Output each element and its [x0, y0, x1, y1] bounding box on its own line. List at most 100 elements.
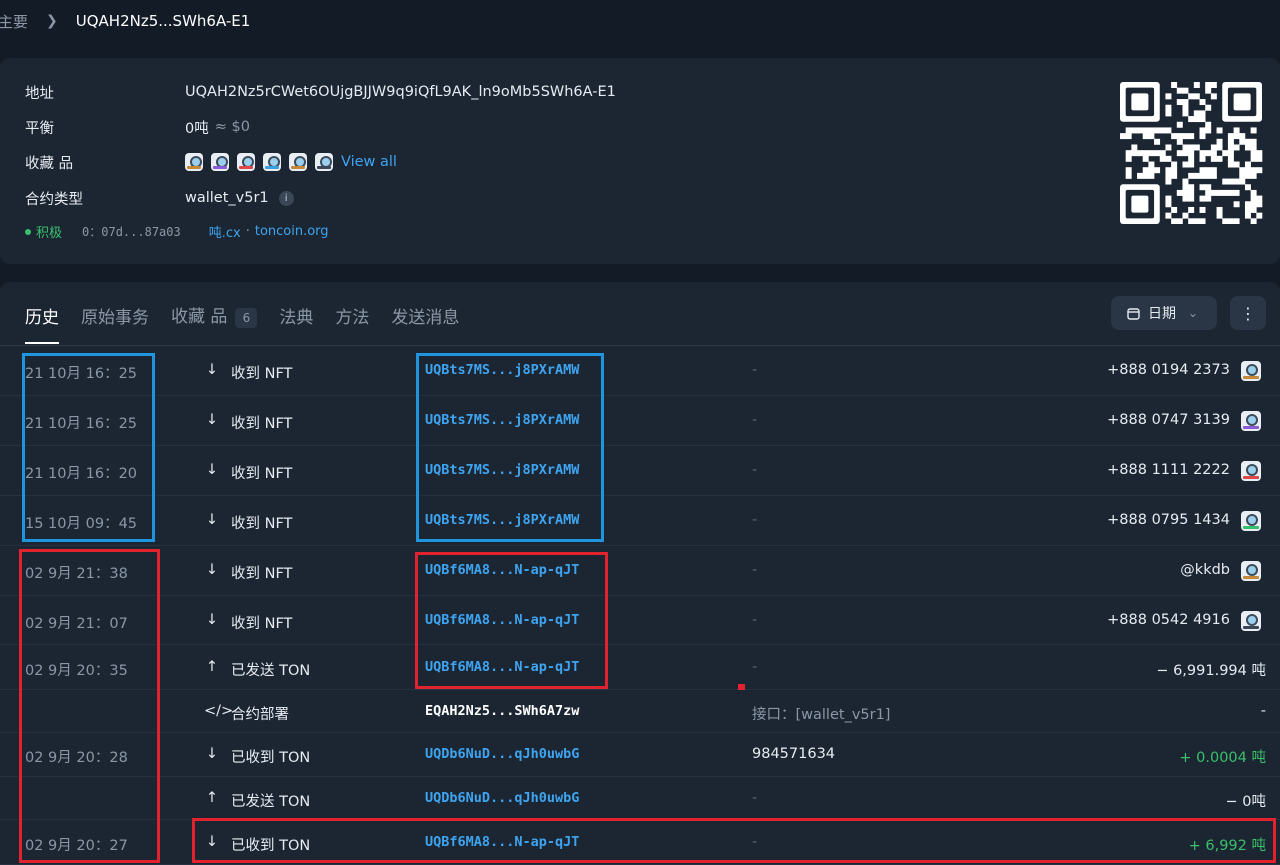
tx-amount: +888 0194 2373 — [1107, 362, 1230, 378]
arrow-up-icon: ↑ — [205, 790, 219, 806]
nft-thumbnail[interactable] — [1241, 461, 1261, 481]
balance-value: 0吨 — [185, 120, 209, 137]
status-row: 积极 0：07d...87a03 吨.cx · toncoin.org — [25, 222, 329, 241]
address-info-card: 地址 UQAH2Nz5rCWet6OUjgBJJW9q9iQfL9AK_ln9o… — [0, 58, 1280, 264]
highlight-box-red-row — [192, 818, 1276, 863]
tx-comment: - — [752, 512, 758, 528]
highlight-box-blue-dates — [22, 353, 155, 542]
calendar-icon — [1127, 307, 1140, 320]
view-all-link[interactable]: View all — [341, 154, 397, 170]
arrow-down-icon: ↓ — [205, 612, 219, 628]
tab-raw-transactions[interactable]: 原始事务 — [81, 303, 149, 328]
nft-thumbnail[interactable] — [211, 153, 229, 171]
tab-history[interactable]: 历史 — [25, 303, 59, 344]
tx-amount: +888 0747 3139 — [1107, 412, 1230, 428]
nft-thumbnails — [185, 153, 341, 171]
contract-type-row: 合约类型 wallet_v5r1 i — [25, 186, 294, 210]
date-filter-button[interactable]: 日期 ⌄ — [1111, 296, 1217, 330]
info-icon[interactable]: i — [278, 190, 294, 206]
arrow-down-icon: ↓ — [205, 746, 219, 762]
breadcrumb: 主要 ❯ UQAH2Nz5...SWh6A-E1 — [0, 0, 1280, 42]
more-vertical-icon: ⋮ — [1240, 303, 1256, 323]
nft-thumbnail[interactable] — [185, 153, 203, 171]
status-dot-icon — [25, 228, 31, 235]
arrow-down-icon: ↓ — [205, 512, 219, 528]
code-hash[interactable]: 0：07d...87a03 — [82, 223, 181, 240]
tx-type: 合约部署 — [231, 707, 289, 723]
chevron-right-icon: ❯ — [46, 13, 58, 29]
tx-amount: − 6,991.994 吨 — [1156, 663, 1266, 679]
arrow-down-icon: ↓ — [205, 462, 219, 478]
tx-comment: 接口：[wallet_v5r1] — [752, 707, 891, 723]
transaction-row[interactable]: 21 10月 16：20 ↓ 收到 NFT UQBts7MS...j8PXrAMW - +… — [0, 446, 1280, 496]
tx-type: 收到 NFT — [231, 566, 293, 582]
balance-label: 平衡 — [25, 120, 54, 137]
tab-send-message[interactable]: 发送消息 — [391, 303, 459, 328]
tx-comment: - — [752, 412, 758, 428]
collectibles-row: 收藏 品 View all — [25, 150, 397, 174]
transaction-row[interactable]: 15 10月 09：45 ↓ 收到 NFT UQBts7MS...j8PXrAMW - +… — [0, 496, 1280, 546]
nft-thumbnail[interactable] — [289, 153, 307, 171]
transaction-row[interactable]: 02 9月 20：28 ↓ 已收到 TON UQDb6NuD...qJh0uwbG 98… — [0, 733, 1280, 777]
address-label: 地址 — [25, 85, 54, 102]
transaction-row[interactable]: 02 9月 20：35 ↑ 已发送 TON UQBf6MA8...N-ap-qJT - −… — [0, 645, 1280, 690]
transaction-row[interactable]: </> 合约部署 EQAH2Nz5...SWh6A7zw 接口：[wallet_v5r… — [0, 690, 1280, 733]
arrow-down-icon: ↓ — [205, 562, 219, 578]
tx-comment: - — [752, 612, 758, 628]
tx-comment: - — [752, 659, 758, 675]
transaction-row[interactable]: 21 10月 16：25 ↓ 收到 NFT UQBts7MS...j8PXrAMW - +… — [0, 396, 1280, 446]
nft-thumbnail[interactable] — [1241, 611, 1261, 631]
status-active: 积极 — [36, 226, 63, 241]
nft-thumbnail[interactable] — [1241, 561, 1261, 581]
tx-address-link[interactable]: UQDb6NuD...qJh0uwbG — [425, 790, 579, 806]
tx-comment: - — [752, 462, 758, 478]
highlight-box-red-addresses — [415, 552, 608, 689]
qr-code[interactable] — [1120, 82, 1264, 225]
highlight-box-red-dates — [19, 549, 160, 863]
nft-thumbnail[interactable] — [315, 153, 333, 171]
date-filter-label: 日期 — [1148, 306, 1176, 322]
balance-row: 平衡 0吨 ≈ $0 — [25, 115, 250, 139]
tab-collectibles[interactable]: 收藏 品 6 — [171, 302, 258, 328]
tonscan-link[interactable]: 吨.cx — [209, 222, 241, 241]
transaction-row[interactable]: 02 9月 21：07 ↓ 收到 NFT UQBf6MA8...N-ap-qJT - +8… — [0, 596, 1280, 645]
tx-amount: +888 1111 2222 — [1107, 462, 1230, 478]
more-options-button[interactable]: ⋮ — [1230, 296, 1266, 330]
tx-amount: +888 0795 1434 — [1107, 512, 1230, 528]
tx-type: 收到 NFT — [231, 466, 293, 482]
tx-type: 收到 NFT — [231, 366, 293, 382]
nft-thumbnail[interactable] — [237, 153, 255, 171]
tx-address-link[interactable]: UQDb6NuD...qJh0uwbG — [425, 746, 579, 762]
tx-type: 收到 NFT — [231, 416, 293, 432]
arrow-up-icon: ↑ — [205, 659, 219, 675]
tx-type: 收到 NFT — [231, 616, 293, 632]
breadcrumb-home[interactable]: 主要 — [0, 11, 28, 32]
transaction-row[interactable]: ↑ 已发送 TON UQDb6NuD...qJh0uwbG - − 0吨 — [0, 777, 1280, 820]
nft-thumbnail[interactable] — [263, 153, 281, 171]
tx-comment: - — [752, 362, 758, 378]
nft-thumbnail[interactable] — [1241, 361, 1261, 381]
nft-thumbnail[interactable] — [1241, 411, 1261, 431]
tx-type: 已收到 TON — [231, 750, 311, 766]
tab-code[interactable]: 法典 — [279, 303, 313, 328]
address-value[interactable]: UQAH2Nz5rCWet6OUjgBJJW9q9iQfL9AK_ln9oMb5… — [185, 84, 616, 100]
contract-type-value: wallet_v5r1 — [185, 190, 269, 206]
address-row: 地址 UQAH2Nz5rCWet6OUjgBJJW9q9iQfL9AK_ln9o… — [25, 80, 616, 104]
highlight-box-blue-addresses — [416, 353, 604, 542]
tx-amount: +888 0542 4916 — [1107, 612, 1230, 628]
transaction-row[interactable]: 02 9月 21：38 ↓ 收到 NFT UQBf6MA8...N-ap-qJT - @k… — [0, 546, 1280, 596]
tx-type: 已发送 TON — [231, 794, 311, 810]
tx-comment: - — [752, 790, 758, 806]
tab-methods[interactable]: 方法 — [335, 303, 369, 328]
contract-type-label: 合约类型 — [25, 191, 83, 208]
tx-address-link[interactable]: EQAH2Nz5...SWh6A7zw — [425, 703, 579, 719]
nft-thumbnail[interactable] — [1241, 511, 1261, 531]
tab-collectibles-label: 收藏 品 — [171, 307, 228, 327]
tx-amount: - — [1260, 703, 1266, 719]
chevron-down-icon: ⌄ — [1188, 306, 1199, 320]
toncoin-link[interactable]: toncoin.org — [255, 224, 329, 239]
arrow-down-icon: ↓ — [205, 412, 219, 428]
tx-comment: - — [752, 562, 758, 578]
transaction-row[interactable]: 21 10月 16：25 ↓ 收到 NFT UQBts7MS...j8PXrAMW - +… — [0, 346, 1280, 396]
tx-amount: + 0.0004 吨 — [1179, 750, 1266, 766]
